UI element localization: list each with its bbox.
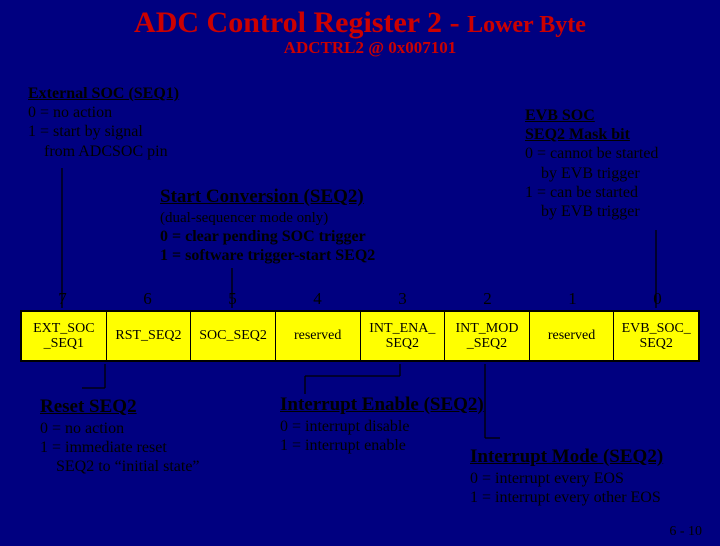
text: 0 = interrupt disable — [280, 417, 484, 436]
field-rst-seq2: RST_SEQ2 — [107, 312, 192, 360]
register-fields: EXT_SOC _SEQ1 RST_SEQ2 SOC_SEQ2 reserved… — [20, 310, 700, 362]
bit-number: 2 — [445, 289, 530, 309]
subtitle: ADCTRL2 @ 0x007101 — [20, 38, 720, 58]
field-soc-seq2: SOC_SEQ2 — [191, 312, 276, 360]
text: 1 = immediate reset — [40, 438, 200, 457]
start-conversion-header: Start Conversion (SEQ2) — [160, 186, 375, 209]
text: 1 = software trigger-start SEQ2 — [160, 246, 375, 265]
text: 1 = start by signal — [28, 122, 179, 141]
text: SEQ2 to “initial state” — [40, 457, 200, 476]
field-evb-soc-seq2: EVB_SOC_ SEQ2 — [614, 312, 698, 360]
bit-number: 3 — [360, 289, 445, 309]
page-title: ADC Control Register 2 - Lower Byte — [0, 6, 720, 40]
text: 1 = interrupt enable — [280, 436, 484, 455]
bit-number: 1 — [530, 289, 615, 309]
field-reserved: reserved — [276, 312, 361, 360]
text: by EVB trigger — [525, 164, 658, 183]
bit-number: 5 — [190, 289, 275, 309]
bit-number: 0 — [615, 289, 700, 309]
field-int-ena-seq2: INT_ENA_ SEQ2 — [361, 312, 446, 360]
text: 0 = clear pending SOC trigger — [160, 227, 375, 246]
page-number: 6 - 10 — [669, 524, 702, 540]
interrupt-mode-header: Interrupt Mode (SEQ2) — [470, 446, 663, 469]
text: (dual-sequencer mode only) — [160, 209, 375, 227]
interrupt-mode-block: Interrupt Mode (SEQ2) 0 = interrupt ever… — [470, 446, 663, 507]
field-int-mod-seq2: INT_MOD _SEQ2 — [445, 312, 530, 360]
bit-number: 6 — [105, 289, 190, 309]
text: 0 = no action — [40, 419, 200, 438]
text: from ADCSOC pin — [28, 142, 179, 161]
interrupt-enable-block: Interrupt Enable (SEQ2) 0 = interrupt di… — [280, 394, 484, 455]
bit-numbers-row: 7 6 5 4 3 2 1 0 — [20, 289, 700, 309]
bit-number: 7 — [20, 289, 105, 309]
reset-seq2-header: Reset SEQ2 — [40, 396, 200, 419]
field-reserved: reserved — [530, 312, 615, 360]
text: 1 = can be started — [525, 183, 658, 202]
start-conversion-block: Start Conversion (SEQ2) (dual-sequencer … — [160, 186, 375, 265]
title-sub: Lower Byte — [467, 12, 586, 38]
external-soc-header: External SOC (SEQ1) — [28, 84, 179, 103]
interrupt-enable-header: Interrupt Enable (SEQ2) — [280, 394, 484, 417]
external-soc-block: External SOC (SEQ1) 0 = no action 1 = st… — [28, 84, 179, 161]
text: 0 = no action — [28, 103, 179, 122]
text: by EVB trigger — [525, 202, 658, 221]
reset-seq2-block: Reset SEQ2 0 = no action 1 = immediate r… — [40, 396, 200, 476]
text: 1 = interrupt every other EOS — [470, 488, 663, 507]
text: 0 = interrupt every EOS — [470, 469, 663, 488]
title-dash: - — [442, 6, 467, 39]
field-ext-soc-seq1: EXT_SOC _SEQ1 — [22, 312, 107, 360]
evb-header2: SEQ2 Mask bit — [525, 125, 658, 144]
title-main: ADC Control Register 2 — [134, 6, 442, 39]
text: 0 = cannot be started — [525, 144, 658, 163]
evb-header1: EVB SOC — [525, 106, 658, 125]
bit-number: 4 — [275, 289, 360, 309]
evb-soc-block: EVB SOC SEQ2 Mask bit 0 = cannot be star… — [525, 106, 658, 221]
